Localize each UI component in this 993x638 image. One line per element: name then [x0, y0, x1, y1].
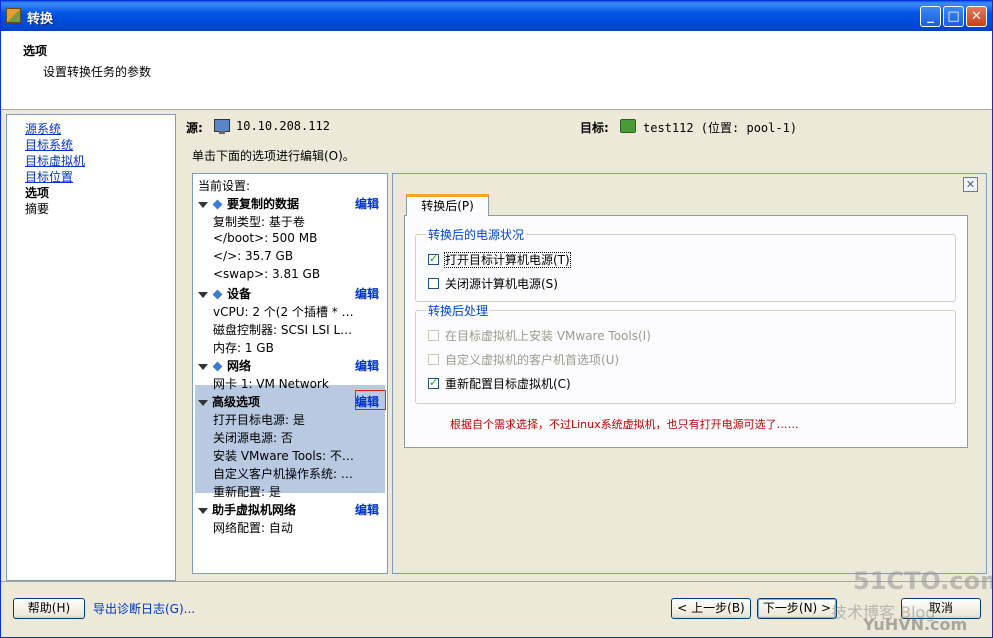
title-bar[interactable]: 转换 _ □ ✕ — [1, 1, 992, 31]
nav-item-target-location[interactable]: 目标位置 — [25, 169, 73, 185]
setting-line: 关闭源电源: 否 — [213, 431, 293, 445]
options-panel: ✕ 转换后(P) 转换后的电源状况 打开目标计算机电源(T) 关闭源计算机电源(… — [392, 173, 987, 574]
section-network-label: 网络 — [227, 359, 252, 373]
setting-line: 网络配置: 自动 — [213, 521, 293, 535]
nav-item-options: 选项 — [25, 186, 50, 200]
close-panel-icon[interactable]: ✕ — [963, 177, 978, 192]
collapse-arrow-icon[interactable] — [198, 291, 208, 298]
setting-line: </>: 35.7 GB — [213, 249, 294, 263]
collapse-arrow-icon[interactable] — [198, 363, 208, 370]
checkbox-icon[interactable] — [428, 278, 439, 289]
setting-line: vCPU: 2 个(2 个插槽 * … — [213, 305, 354, 319]
section-helper-heading[interactable]: 助手虚拟机网络 — [198, 501, 296, 518]
diamond-icon — [212, 289, 223, 300]
power-on-target-checkbox[interactable]: 打开目标计算机电源(T) — [428, 251, 571, 268]
footer-divider — [1, 581, 992, 582]
settings-title: 当前设置: — [198, 179, 251, 193]
tab-post-conversion[interactable]: 转换后(P) — [406, 194, 489, 216]
window-title: 转换 — [27, 12, 54, 27]
section-data-label: 要复制的数据 — [227, 197, 300, 211]
nav-item-source-system[interactable]: 源系统 — [25, 121, 61, 137]
section-advanced-label: 高级选项 — [212, 395, 261, 409]
checkbox-disabled-icon — [428, 330, 439, 341]
setting-line: <swap>: 3.81 GB — [213, 267, 321, 281]
section-devices-heading[interactable]: 设备 — [198, 285, 251, 302]
power-off-source-checkbox[interactable]: 关闭源计算机电源(S) — [428, 275, 558, 292]
diamond-icon — [212, 199, 223, 210]
checkbox-label: 在目标虚拟机上安装 VMware Tools(I) — [445, 329, 651, 343]
edit-helper-link[interactable]: 编辑 — [355, 501, 379, 518]
source-value: 10.10.208.112 — [236, 119, 330, 133]
page-title: 选项 — [23, 44, 48, 58]
post-group-title: 转换后处理 — [426, 302, 491, 319]
edit-data-link[interactable]: 编辑 — [355, 195, 379, 212]
help-button[interactable]: 帮助(H) — [13, 598, 85, 619]
nav-item-summary: 摘要 — [25, 202, 50, 216]
setting-line: 自定义客户机操作系统: … — [213, 467, 353, 481]
section-network-heading[interactable]: 网络 — [198, 357, 251, 374]
export-diagnostic-log-link[interactable]: 导出诊断日志(G)... — [93, 600, 195, 617]
computer-icon — [214, 119, 230, 134]
annotation-highlight-box — [355, 390, 386, 410]
main-area: 源: 10.10.208.112 目标: test112 (位置: pool-1… — [176, 110, 992, 580]
close-button[interactable]: ✕ — [966, 6, 987, 27]
edit-hint: 单击下面的选项进行编辑(O)。 — [192, 149, 355, 163]
install-vmware-tools-checkbox[interactable]: 在目标虚拟机上安装 VMware Tools(I) — [428, 327, 651, 344]
target-label: 目标: — [580, 121, 609, 135]
setting-line: 内存: 1 GB — [213, 341, 274, 355]
checkbox-label: 打开目标计算机电源(T) — [444, 252, 571, 268]
power-state-group: 转换后的电源状况 打开目标计算机电源(T) 关闭源计算机电源(S) — [415, 226, 956, 302]
next-button[interactable]: 下一步(N) > — [757, 598, 837, 619]
checkbox-checked-icon[interactable] — [428, 376, 439, 389]
target-value: test112 (位置: pool-1) — [643, 121, 798, 135]
wizard-nav: 源系统 目标系统 目标虚拟机 目标位置 选项 摘要 — [6, 114, 176, 581]
checkbox-checked-icon[interactable] — [428, 252, 439, 265]
setting-line: 打开目标电源: 是 — [213, 413, 305, 427]
virtual-machine-icon — [620, 119, 636, 133]
current-settings-list[interactable]: 当前设置: 要复制的数据 编辑 复制类型: 基于卷 </boot>: 500 M… — [192, 173, 388, 574]
checkbox-label: 重新配置目标虚拟机(C) — [445, 377, 571, 391]
setting-line: 磁盘控制器: SCSI LSI L… — [213, 323, 353, 337]
app-icon — [6, 8, 21, 23]
watermark-site: YuHVN.com — [863, 615, 968, 634]
setting-line: 安装 VMware Tools: 不… — [213, 449, 354, 463]
reconfigure-vm-checkbox[interactable]: 重新配置目标虚拟机(C) — [428, 375, 571, 392]
edit-devices-link[interactable]: 编辑 — [355, 285, 379, 302]
collapse-arrow-icon[interactable] — [198, 201, 208, 208]
checkbox-label: 关闭源计算机电源(S) — [445, 277, 558, 291]
collapse-arrow-icon[interactable] — [198, 399, 208, 406]
back-button[interactable]: < 上一步(B) — [671, 598, 751, 619]
checkbox-disabled-icon — [428, 354, 439, 365]
power-group-title: 转换后的电源状况 — [426, 226, 527, 243]
maximize-button[interactable]: □ — [943, 6, 964, 27]
diamond-icon — [212, 361, 223, 372]
page-subtitle: 设置转换任务的参数 — [43, 65, 152, 79]
watermark-logo: 51CTO.com — [853, 567, 993, 595]
post-processing-group: 转换后处理 在目标虚拟机上安装 VMware Tools(I) 自定义虚拟机的客… — [415, 302, 956, 404]
edit-network-link[interactable]: 编辑 — [355, 357, 379, 374]
tab-content: 转换后的电源状况 打开目标计算机电源(T) 关闭源计算机电源(S) 转换后处理 … — [404, 215, 968, 448]
checkbox-label: 自定义虚拟机的客户机首选项(U) — [445, 353, 620, 367]
section-devices-label: 设备 — [227, 287, 252, 301]
converter-window: 转换 _ □ ✕ 选项 设置转换任务的参数 源系统 目标系统 目标虚拟机 目标位… — [0, 0, 993, 638]
section-data-heading[interactable]: 要复制的数据 — [198, 195, 299, 212]
section-advanced-heading[interactable]: 高级选项 — [198, 393, 260, 410]
source-label: 源: — [186, 121, 203, 135]
collapse-arrow-icon[interactable] — [198, 507, 208, 514]
setting-line: </boot>: 500 MB — [213, 231, 318, 245]
annotation-note: 根据自个需求选择，不过Linux系统虚拟机，也只有打开电源可选了…… — [450, 418, 799, 431]
setting-line: 重新配置: 是 — [213, 485, 281, 499]
section-helper-label: 助手虚拟机网络 — [212, 503, 297, 517]
nav-item-target-vm[interactable]: 目标虚拟机 — [25, 153, 85, 169]
nav-item-target-system[interactable]: 目标系统 — [25, 137, 73, 153]
setting-line: 复制类型: 基于卷 — [213, 215, 305, 229]
minimize-button[interactable]: _ — [920, 6, 941, 27]
wizard-header: 选项 设置转换任务的参数 — [1, 31, 992, 110]
customize-guest-checkbox[interactable]: 自定义虚拟机的客户机首选项(U) — [428, 351, 619, 368]
